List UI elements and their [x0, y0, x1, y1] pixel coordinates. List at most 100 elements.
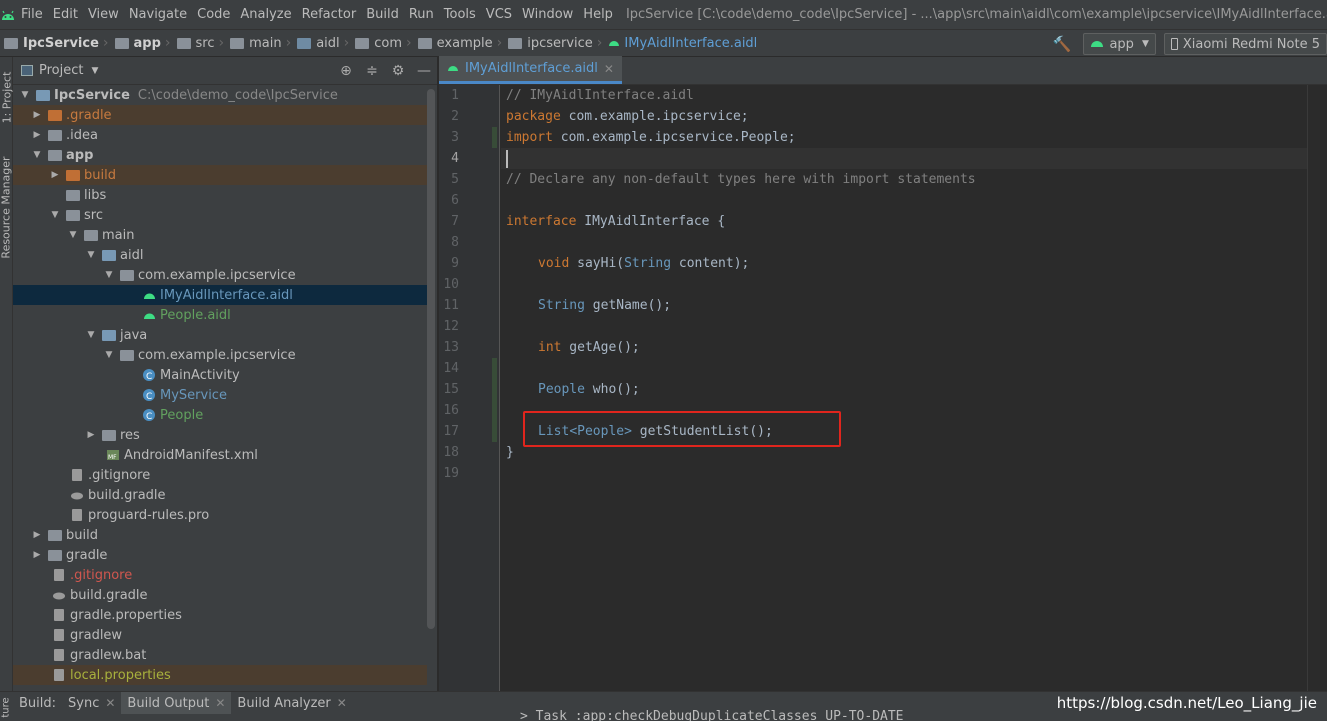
expanded-arrow-icon[interactable]: ▼ [103, 270, 115, 280]
collapse-all-icon[interactable]: ≑ [359, 63, 385, 79]
menu-vcs[interactable]: VCS [481, 7, 517, 22]
menu-window[interactable]: Window [517, 7, 578, 22]
breadcrumb-project[interactable]: IpcService [0, 36, 101, 51]
project-view-select[interactable]: Project [39, 63, 83, 78]
tree-item-aidl-package[interactable]: ▼ com.example.ipcservice [13, 265, 427, 285]
chevron-down-icon[interactable]: ▼ [91, 66, 98, 76]
line-number: 6 [451, 193, 459, 208]
tree-item-app-gitignore[interactable]: .gitignore [13, 465, 427, 485]
line-number: 5 [451, 172, 459, 187]
locate-file-icon[interactable]: ⊕ [333, 63, 359, 79]
tree-item-aidl[interactable]: ▼ aidl [13, 245, 427, 265]
expanded-arrow-icon[interactable]: ▼ [31, 150, 43, 160]
close-icon[interactable]: ✕ [604, 62, 614, 76]
resource-manager-tab[interactable]: Resource Manager [0, 147, 13, 267]
menu-tools[interactable]: Tools [439, 7, 481, 22]
expanded-arrow-icon[interactable]: ▼ [67, 230, 79, 240]
menu-code[interactable]: Code [192, 7, 235, 22]
menu-run[interactable]: Run [404, 7, 439, 22]
collapsed-arrow-icon[interactable]: ▶ [31, 110, 43, 120]
tree-item-local-properties[interactable]: local.properties [13, 665, 427, 685]
folder-icon [176, 37, 191, 49]
collapsed-arrow-icon[interactable]: ▶ [85, 430, 97, 440]
tree-item-root-build[interactable]: ▶ build [13, 525, 427, 545]
tree-item-ipcservice[interactable]: ▼ IpcService C:\code\demo_code\IpcServic… [13, 85, 427, 105]
tree-item-app-build[interactable]: ▶ build [13, 165, 427, 185]
breadcrumb-file[interactable]: IMyAidlInterface.aidl [604, 36, 759, 51]
structure-tool-tab[interactable]: ture [0, 692, 13, 721]
tree-item-people-class[interactable]: C People [13, 405, 427, 425]
project-tool-tab[interactable]: 1: Project [0, 65, 13, 129]
breadcrumb-src[interactable]: src [173, 36, 217, 51]
tree-item-app[interactable]: ▼ app [13, 145, 427, 165]
tree-item-libs[interactable]: libs [13, 185, 427, 205]
tree-item-idea[interactable]: ▶ .idea [13, 125, 427, 145]
tree-item-gradle-properties[interactable]: gradle.properties [13, 605, 427, 625]
menu-edit[interactable]: Edit [48, 7, 83, 22]
tree-item-imyaidlinterface[interactable]: IMyAidlInterface.aidl [13, 285, 427, 305]
tree-item-root-build-gradle[interactable]: build.gradle [13, 585, 427, 605]
breadcrumb-example[interactable]: example [414, 36, 495, 51]
vcs-change-marker[interactable] [492, 358, 497, 442]
tree-item-main[interactable]: ▼ main [13, 225, 427, 245]
menu-build[interactable]: Build [361, 7, 404, 22]
hide-panel-icon[interactable]: — [411, 63, 437, 79]
tree-item-gradlew-bat[interactable]: gradlew.bat [13, 645, 427, 665]
tree-item-java-package[interactable]: ▼ com.example.ipcservice [13, 345, 427, 365]
tree-item-src[interactable]: ▼ src [13, 205, 427, 225]
breadcrumb-aidl[interactable]: aidl [293, 36, 341, 51]
tree-item-people-aidl[interactable]: People.aidl [13, 305, 427, 325]
tab-build-analyzer[interactable]: Build Analyzer ✕ [231, 692, 352, 714]
breadcrumb-app[interactable]: app [111, 36, 163, 51]
menu-file[interactable]: File [16, 7, 48, 22]
tree-item-app-build-gradle[interactable]: build.gradle [13, 485, 427, 505]
code-area[interactable]: // IMyAidlInterface.aidl package com.exa… [501, 85, 1307, 691]
tab-build-output[interactable]: Build Output ✕ [121, 692, 232, 714]
menu-help[interactable]: Help [578, 7, 618, 22]
close-icon[interactable]: ✕ [337, 696, 347, 710]
menu-analyze[interactable]: Analyze [235, 7, 296, 22]
expanded-arrow-icon[interactable]: ▼ [85, 250, 97, 260]
tree-item-gradle-dir[interactable]: ▶ .gradle [13, 105, 427, 125]
close-icon[interactable]: ✕ [105, 696, 115, 710]
expanded-arrow-icon[interactable]: ▼ [49, 210, 61, 220]
tree-item-proguard[interactable]: proguard-rules.pro [13, 505, 427, 525]
code-text: who(); [584, 382, 640, 397]
menu-refactor[interactable]: Refactor [297, 7, 362, 22]
collapsed-arrow-icon[interactable]: ▶ [31, 530, 43, 540]
collapsed-arrow-icon[interactable]: ▶ [31, 550, 43, 560]
menu-view[interactable]: View [83, 7, 124, 22]
breadcrumb-main[interactable]: main [226, 36, 283, 51]
breadcrumb-com[interactable]: com [351, 36, 404, 51]
expanded-arrow-icon[interactable]: ▼ [103, 350, 115, 360]
collapsed-arrow-icon[interactable]: ▶ [49, 170, 61, 180]
tree-item-label: gradle [66, 547, 108, 563]
menu-navigate[interactable]: Navigate [124, 7, 192, 22]
vcs-change-marker[interactable] [492, 127, 497, 148]
editor-tab-bar: IMyAidlInterface.aidl ✕ [439, 56, 1327, 85]
tree-item-gradlew[interactable]: gradlew [13, 625, 427, 645]
tree-item-mainactivity[interactable]: C MainActivity [13, 365, 427, 385]
device-select[interactable]: Xiaomi Redmi Note 5 [1163, 33, 1327, 55]
gear-icon[interactable]: ⚙ [385, 63, 411, 79]
close-icon[interactable]: ✕ [215, 696, 225, 710]
package-icon [355, 37, 370, 49]
tree-item-root-gitignore[interactable]: .gitignore [13, 565, 427, 585]
tree-item-res[interactable]: ▶ res [13, 425, 427, 445]
project-tree-scrollbar[interactable] [427, 89, 435, 629]
collapsed-arrow-icon[interactable]: ▶ [31, 130, 43, 140]
expanded-arrow-icon[interactable]: ▼ [19, 90, 31, 100]
line-number: 3 [451, 130, 459, 145]
expanded-arrow-icon[interactable]: ▼ [85, 330, 97, 340]
tab-sync[interactable]: Sync ✕ [62, 692, 121, 714]
tree-item-java[interactable]: ▼ java [13, 325, 427, 345]
editor-tab-imyaidlinterface[interactable]: IMyAidlInterface.aidl ✕ [439, 56, 622, 84]
tree-item-gradle[interactable]: ▶ gradle [13, 545, 427, 565]
run-configuration-select[interactable]: app ▼ [1083, 33, 1156, 55]
build-hammer-icon[interactable]: 🔨 [1053, 35, 1072, 53]
tree-item-manifest[interactable]: MF AndroidManifest.xml [13, 445, 427, 465]
breadcrumb-ipcservice[interactable]: ipcservice [504, 36, 595, 51]
editor-scrollbar[interactable] [1307, 85, 1327, 691]
tree-item-myservice[interactable]: C MyService [13, 385, 427, 405]
ignore-file-icon [69, 468, 85, 482]
